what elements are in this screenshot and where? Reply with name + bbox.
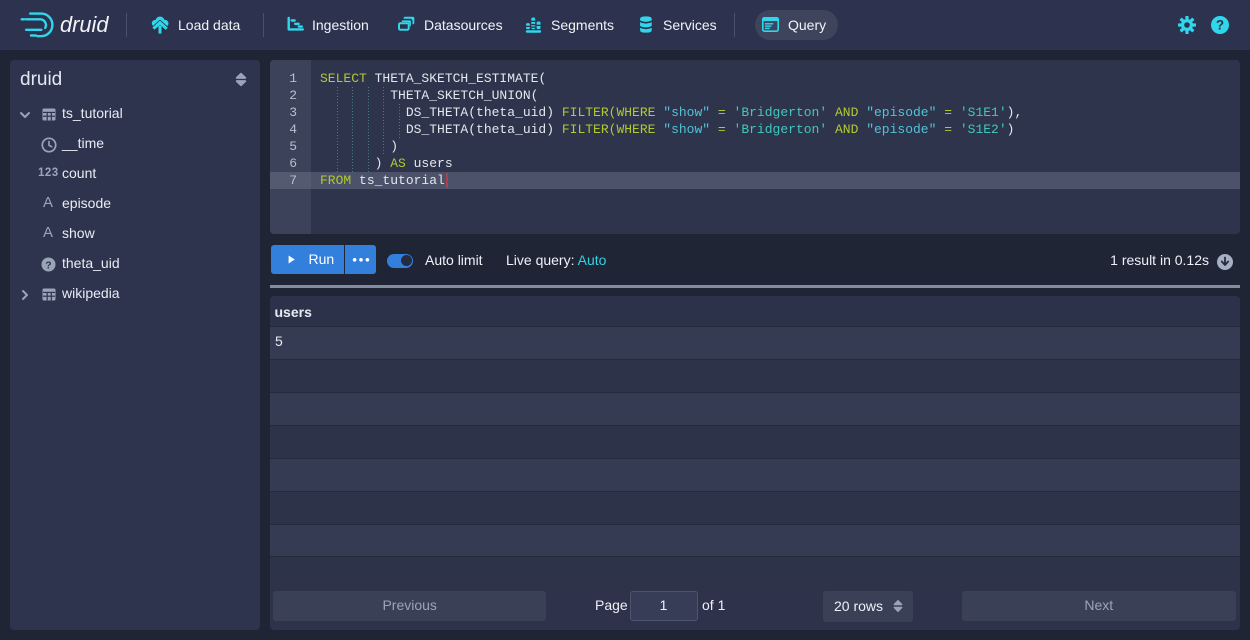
svg-text:?: ? — [45, 259, 51, 271]
svg-text:?: ? — [1216, 18, 1224, 33]
